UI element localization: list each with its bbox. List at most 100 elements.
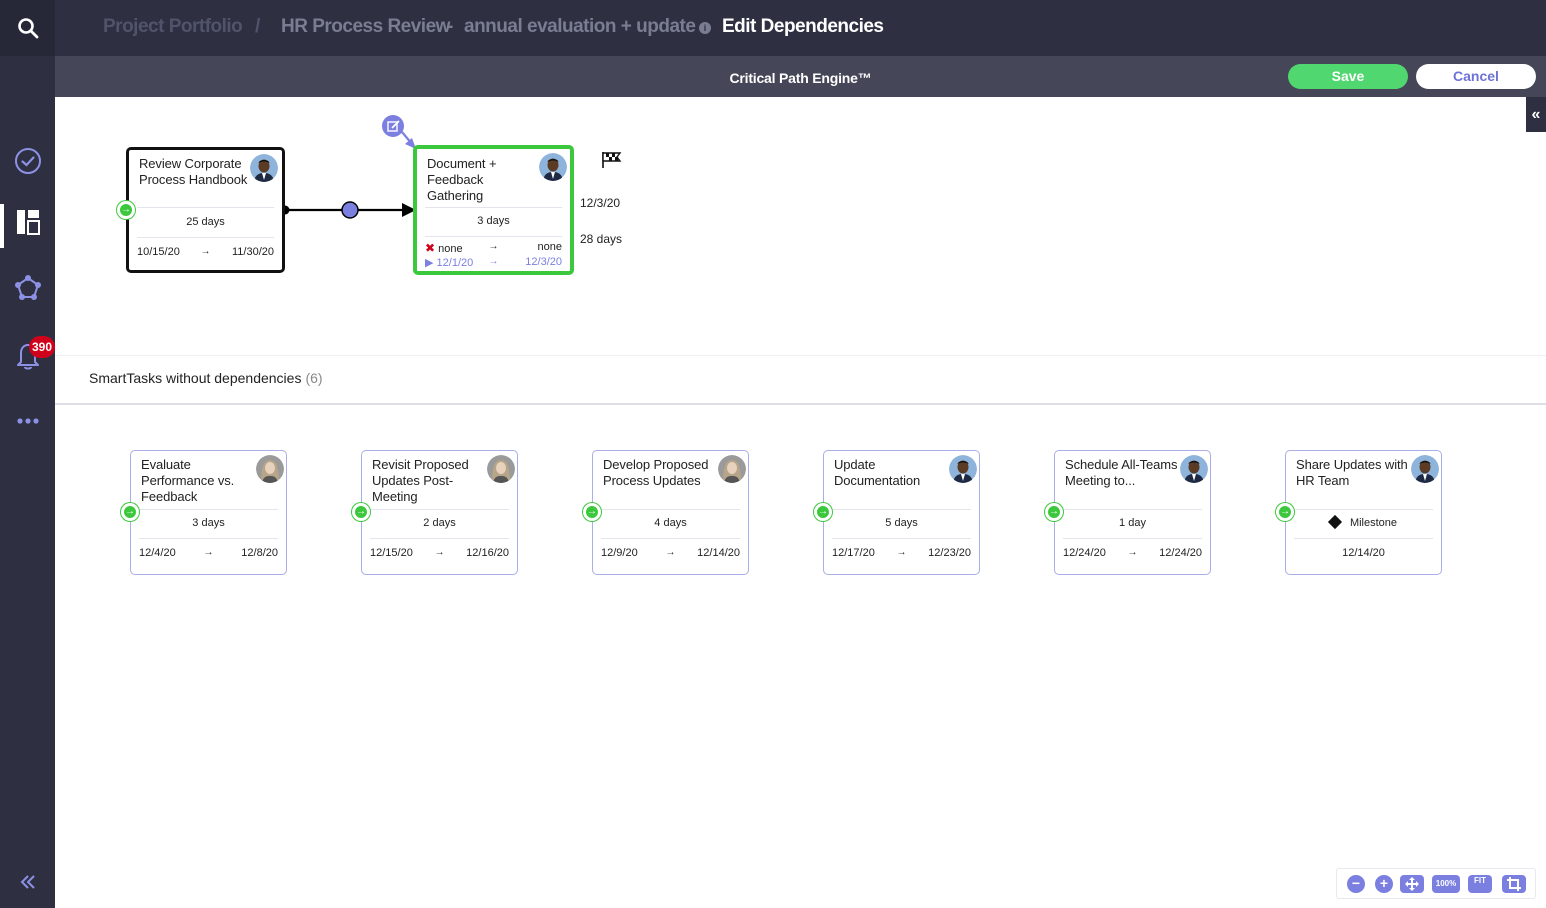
task-duration: 3 days [192,517,225,529]
avatar [256,455,284,483]
task-card[interactable]: Evaluate Performance vs. Feedback 3 days 1… [130,450,287,575]
avatar-man [250,154,278,182]
diamond-icon [1327,514,1343,530]
start-connector-icon[interactable]: → [583,503,601,521]
task-duration: 25 days [186,216,225,228]
avatar [250,154,278,182]
task-card[interactable]: Schedule All-Teams Meeting to... 1 day 12/… [1054,450,1211,575]
card-divider [601,538,740,539]
avatar-man [539,153,567,181]
card-divider [1063,509,1202,510]
task-title: Schedule All-Teams Meeting to... [1065,457,1178,488]
edit-icon [386,119,400,132]
avatar-woman [718,455,746,483]
avatar-man [949,455,977,483]
card-divider [370,509,509,510]
minus-icon: − [1351,875,1361,891]
card-divider [137,207,274,208]
zoom-controls: − + 100% FIT [1336,868,1536,899]
zoom-reset-button[interactable]: 100% [1432,875,1460,893]
task-end-date: 12/16/20 [466,547,509,559]
fit-button[interactable]: FIT [1468,875,1492,893]
cancel-button[interactable]: Cancel [1416,64,1536,89]
avatar-man [1411,455,1439,483]
sidebar-item-more[interactable] [0,401,55,441]
task-card[interactable]: Share Updates with HR Team Milestone 12/14… [1285,450,1442,575]
task-title: Document + Feedback Gathering [427,156,497,203]
constraint-end: none [537,241,562,253]
section-title: SmartTasks without dependencies [89,370,302,386]
task-card[interactable]: Revisit Proposed Updates Post-Meeting 2 d… [361,450,518,575]
zoom-out-button[interactable]: − [1347,875,1365,893]
avatar [1180,455,1208,483]
task-end-date: 12/8/20 [241,547,278,559]
avatar-woman [256,455,284,483]
task-end-date: 12/24/20 [1159,547,1202,559]
milestone-date: 12/14/20 [1342,547,1385,559]
avatar [718,455,746,483]
avatar [539,153,567,181]
task-end-date: 11/30/20 [231,246,274,258]
task-title: Update Documentation [834,457,921,488]
card-divider [832,509,971,510]
avatar-man [1180,455,1208,483]
avatar [487,455,515,483]
panel-collapse-button[interactable]: « [1526,97,1546,132]
section-count: (6) [305,370,323,386]
app-root: 390 Project Portfolio / HR Process Revie… [0,0,1546,908]
start-connector-icon[interactable]: → [352,503,370,521]
card-divider [832,538,971,539]
dependency-connector [280,131,416,219]
start-connector-icon[interactable]: → [121,503,139,521]
task-card[interactable]: Update Documentation 5 days 12/17/20 → 12/23… [823,450,980,575]
dependency-handle[interactable] [341,201,359,219]
total-duration: 28 days [580,232,623,246]
double-chevron-left-icon [20,875,35,889]
milestone-indicator: Milestone [1286,514,1441,530]
pan-button[interactable] [1400,875,1424,893]
section-label: SmartTasks without dependencies (6) [89,370,323,386]
notification-badge: 390 [29,336,56,358]
edit-dependency-button[interactable] [382,115,404,137]
card-divider [137,237,274,238]
page-title: Edit Dependencies [722,16,884,37]
finish-flag-icon [601,151,623,174]
more-icon [16,418,39,424]
task-end-date: 12/23/20 [928,547,971,559]
save-button[interactable]: Save [1288,64,1408,89]
zoom-in-button[interactable]: + [1375,875,1393,893]
task-title: Review Corporate Process Handbook [139,156,248,187]
start-connector-icon[interactable]: → [117,201,135,219]
info-icon[interactable]: i [699,22,711,34]
task-title: Evaluate Performance vs. Feedback [141,457,235,504]
card-divider [601,509,740,510]
section-divider-top [55,355,1546,356]
task-duration: 1 day [1119,517,1146,529]
avatar [1411,455,1439,483]
task-card[interactable]: Develop Proposed Process Updates 4 days 12… [592,450,749,575]
card-divider [425,207,562,208]
start-connector-icon[interactable]: → [814,503,832,521]
task-duration: 3 days [477,215,510,227]
plus-icon: + [1379,875,1389,891]
card-divider [1294,538,1433,539]
start-connector-icon[interactable]: → [1045,503,1063,521]
milestone-label: Milestone [1349,517,1398,529]
double-chevron-left-icon: « [1531,106,1541,123]
crop-button[interactable] [1502,875,1526,893]
card-divider [1294,509,1433,510]
start-connector-icon[interactable]: → [1276,503,1294,521]
task-title: Revisit Proposed Updates Post-Meeting [372,457,469,504]
scheduled-end: 12/3/20 [525,256,562,268]
task-card-predecessor[interactable]: Review Corporate Process Handbook 25 day… [126,147,285,273]
fit-label: FIT [1474,876,1486,885]
card-divider [139,538,278,539]
sidebar-collapse-button[interactable] [0,862,55,902]
task-title: Share Updates with HR Team [1296,457,1408,488]
card-divider [370,538,509,539]
task-title: Develop Proposed Process Updates [603,457,709,488]
task-card-selected[interactable]: Document + Feedback Gathering 3 days ✖ n… [413,145,574,275]
card-divider [425,236,562,237]
move-icon [1405,877,1419,891]
task-duration: 4 days [654,517,687,529]
